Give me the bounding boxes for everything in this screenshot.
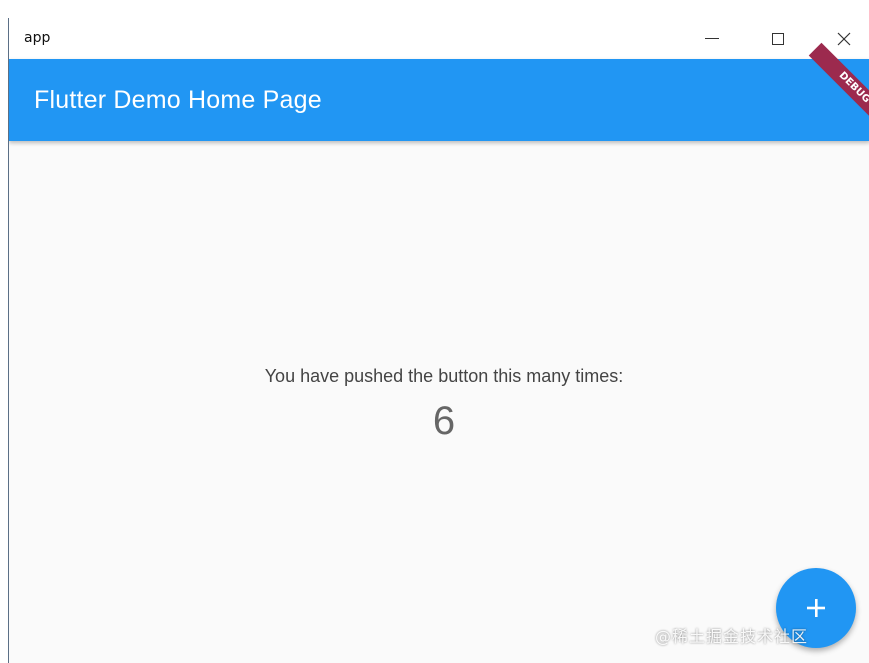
minimize-icon [705,38,719,39]
counter-value: 6 [432,399,456,443]
maximize-button[interactable] [745,18,811,59]
plus-icon [807,599,825,617]
app-bar: Flutter Demo Home Page DEBUG [9,42,869,141]
watermark-text: @稀土掘金技术社区 [655,627,809,646]
window-titlebar[interactable]: app [9,18,869,59]
minimize-button[interactable] [679,18,745,59]
maximize-icon [772,32,784,45]
close-icon [837,32,851,45]
app-window: app Flutter Demo Home Page DEBUG You hav… [8,18,869,663]
app-bar-title: Flutter Demo Home Page [34,86,322,114]
home-body: You have pushed the button this many tim… [9,141,869,663]
window-title: app [24,30,51,46]
counter-message: You have pushed the button this many tim… [264,366,624,386]
